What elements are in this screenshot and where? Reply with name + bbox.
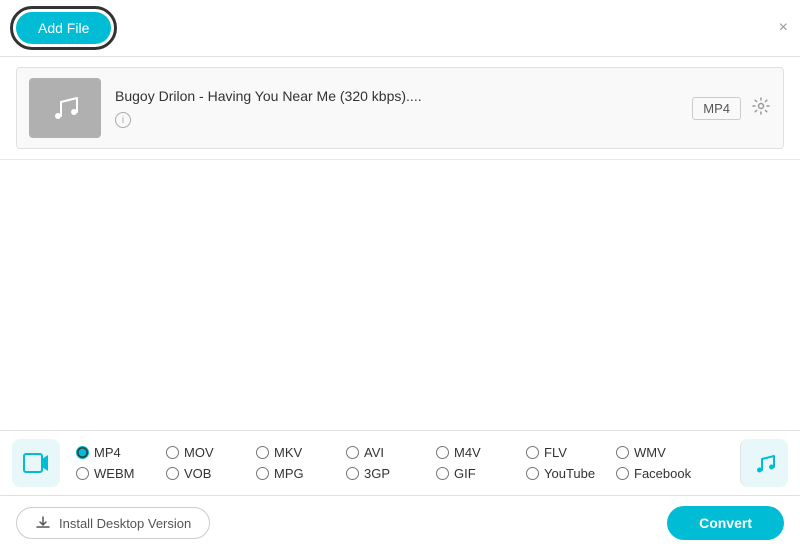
format-section: MP4 MOV MKV AVI M4V FLV WM xyxy=(0,431,800,496)
format-option-avi[interactable]: AVI xyxy=(346,445,416,460)
format-option-gif[interactable]: GIF xyxy=(436,466,506,481)
format-option-wmv[interactable]: WMV xyxy=(616,445,686,460)
file-actions: MP4 xyxy=(692,96,771,121)
format-option-vob[interactable]: VOB xyxy=(166,466,236,481)
close-button[interactable]: × xyxy=(779,19,788,37)
add-file-button[interactable]: Add File xyxy=(16,12,111,44)
file-info: Bugoy Drilon - Having You Near Me (320 k… xyxy=(115,88,692,129)
format-option-youtube[interactable]: YouTube xyxy=(526,466,596,481)
format-row-1: MP4 MOV MKV AVI M4V FLV WM xyxy=(76,445,732,460)
video-icon xyxy=(22,449,50,477)
file-list: Bugoy Drilon - Having You Near Me (320 k… xyxy=(0,57,800,160)
format-option-webm[interactable]: WEBM xyxy=(76,466,146,481)
format-option-m4v[interactable]: M4V xyxy=(436,445,506,460)
format-badge[interactable]: MP4 xyxy=(692,97,741,120)
bottom-bar: MP4 MOV MKV AVI M4V FLV WM xyxy=(0,430,800,550)
video-format-icon-box xyxy=(12,439,60,487)
main-content-area xyxy=(0,160,800,390)
format-option-mpg[interactable]: MPG xyxy=(256,466,326,481)
audio-format-icon-box[interactable] xyxy=(740,439,788,487)
format-option-flv[interactable]: FLV xyxy=(526,445,596,460)
file-thumbnail xyxy=(29,78,101,138)
music-icon xyxy=(752,450,778,476)
install-desktop-button[interactable]: Install Desktop Version xyxy=(16,507,210,539)
top-bar: Add File × xyxy=(0,0,800,57)
file-item: Bugoy Drilon - Having You Near Me (320 k… xyxy=(16,67,784,149)
file-name: Bugoy Drilon - Having You Near Me (320 k… xyxy=(115,88,692,104)
format-option-mov[interactable]: MOV xyxy=(166,445,236,460)
music-note-icon xyxy=(47,90,83,126)
info-icon[interactable]: i xyxy=(115,112,131,128)
format-option-mkv[interactable]: MKV xyxy=(256,445,326,460)
download-icon xyxy=(35,515,51,531)
settings-icon[interactable] xyxy=(751,96,771,121)
format-row-2: WEBM VOB MPG 3GP GIF YouTube xyxy=(76,466,732,481)
convert-button[interactable]: Convert xyxy=(667,506,784,540)
format-option-facebook[interactable]: Facebook xyxy=(616,466,691,481)
format-option-mp4[interactable]: MP4 xyxy=(76,445,146,460)
format-option-3gp[interactable]: 3GP xyxy=(346,466,416,481)
action-bar: Install Desktop Version Convert xyxy=(0,496,800,550)
format-options: MP4 MOV MKV AVI M4V FLV WM xyxy=(76,445,732,481)
